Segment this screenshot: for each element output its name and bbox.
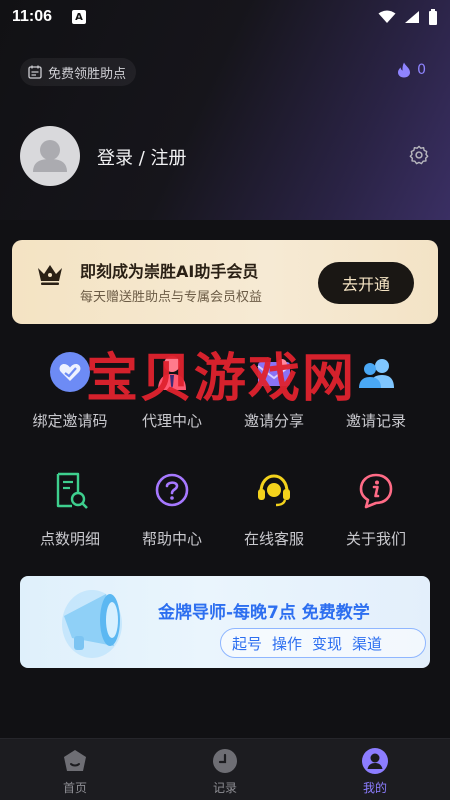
tab-home[interactable]: 首页 xyxy=(35,747,115,796)
free-points-chip[interactable]: 免费领胜助点 xyxy=(20,58,137,86)
headset-icon xyxy=(258,474,290,507)
menu-label: 关于我们 xyxy=(345,530,406,548)
signal-icon xyxy=(405,11,419,23)
banner-tag: 起号 xyxy=(232,635,263,653)
megaphone-icon xyxy=(62,590,122,658)
points-balance[interactable]: 0 xyxy=(397,62,426,78)
menu-label: 在线客服 xyxy=(243,530,304,548)
points-count: 0 xyxy=(417,62,426,78)
status-icons xyxy=(378,9,438,25)
menu-item-online-support[interactable]: 在线客服 xyxy=(218,470,330,560)
calendar-icon xyxy=(28,65,42,79)
menu-item-help-center[interactable]: 帮助中心 xyxy=(116,470,228,560)
tutor-banner[interactable]: 金牌导师-每晚7点 免费教学 起号 操作 变现 渠道 xyxy=(20,576,430,668)
avatar[interactable] xyxy=(20,126,80,186)
people-icon xyxy=(359,359,394,388)
info-icon xyxy=(359,473,393,509)
menu-item-about-us[interactable]: 关于我们 xyxy=(320,470,432,560)
banner-tag: 渠道 xyxy=(352,635,383,653)
tab-label: 记录 xyxy=(212,781,237,795)
home-icon xyxy=(64,750,86,771)
crown-icon xyxy=(38,265,62,285)
menu-label: 帮助中心 xyxy=(141,530,202,548)
membership-subtitle: 每天赠送胜助点与专属会员权益 xyxy=(80,290,263,305)
tab-records[interactable]: 记录 xyxy=(185,747,265,796)
bind-heart-icon xyxy=(50,352,90,392)
receipt-search-icon xyxy=(56,472,88,509)
banner-tag: 操作 xyxy=(272,635,303,653)
menu-label: 代理中心 xyxy=(141,412,202,430)
site-watermark: 宝贝游戏网 xyxy=(86,349,357,409)
menu-label: 点数明细 xyxy=(39,530,100,548)
menu-label: 绑定邀请码 xyxy=(32,412,108,430)
tab-mine[interactable]: 我的 xyxy=(335,747,415,796)
tab-label: 首页 xyxy=(62,781,87,795)
bottom-tab-bar: 首页 记录 我的 xyxy=(0,738,450,800)
user-placeholder-icon xyxy=(33,140,67,172)
notification-badge-icon: A xyxy=(72,10,87,24)
open-membership-button[interactable]: 去开通 xyxy=(318,262,414,304)
question-icon xyxy=(155,473,189,507)
profile-icon xyxy=(362,748,388,774)
banner-tags: 起号 操作 变现 渠道 xyxy=(232,633,382,654)
menu-label: 邀请记录 xyxy=(345,412,406,430)
status-time: 11:06 xyxy=(12,8,53,25)
menu-label: 邀请分享 xyxy=(243,412,304,430)
flame-icon xyxy=(398,62,411,78)
banner-tag: 变现 xyxy=(312,635,343,653)
free-points-label: 免费领胜助点 xyxy=(48,66,127,82)
login-register-link[interactable]: 登录 / 注册 xyxy=(97,144,187,170)
clock-icon xyxy=(213,749,237,773)
tab-label: 我的 xyxy=(362,781,387,795)
banner-title: 金牌导师-每晚7点 免费教学 xyxy=(158,603,370,623)
membership-card[interactable]: 即刻成为崇胜AI助手会员 每天赠送胜助点与专属会员权益 去开通 xyxy=(12,240,438,324)
wifi-icon xyxy=(378,10,396,23)
status-bar: 11:06 A xyxy=(0,0,450,34)
menu-item-points-detail[interactable]: 点数明细 xyxy=(14,470,126,560)
membership-title: 即刻成为崇胜AI助手会员 xyxy=(80,262,259,281)
battery-icon xyxy=(429,9,437,25)
settings-gear-icon[interactable] xyxy=(408,144,430,166)
